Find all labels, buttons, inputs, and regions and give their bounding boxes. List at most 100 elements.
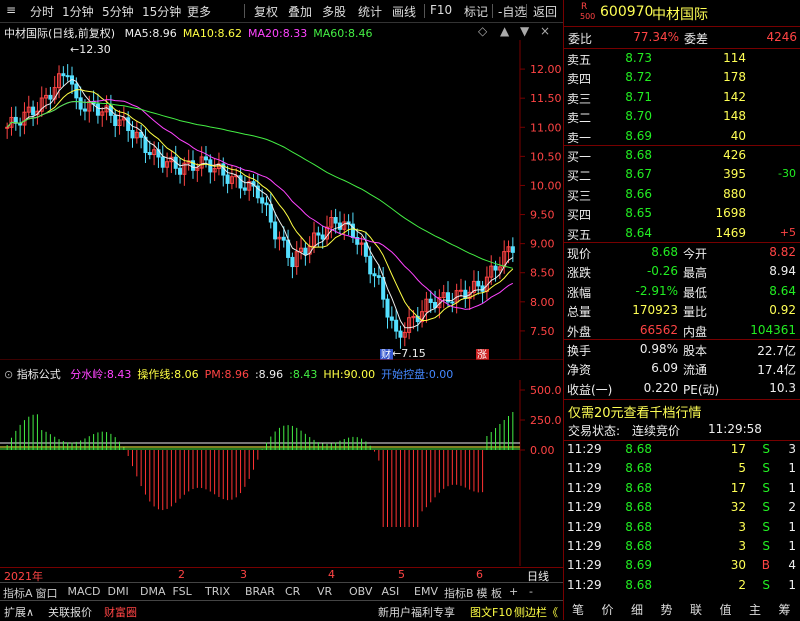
bid-row-0: 买一 8.68 426 [563, 147, 800, 166]
diamond-icon[interactable]: ◇ [478, 24, 487, 38]
indicator-tab-16[interactable]: - [529, 585, 533, 600]
candle-body [398, 330, 403, 338]
indicator-tab-2[interactable]: MACD [68, 585, 101, 600]
tick-time: 11:29 [567, 558, 602, 573]
stat-label: 现价 [567, 247, 592, 261]
ob-label: 买五 [567, 227, 592, 242]
ob-label: 买二 [567, 169, 592, 184]
indicator-tab-9[interactable]: VR [317, 585, 332, 600]
candle-body [95, 103, 100, 116]
tick-row: 11:29 8.68 3 S 1 [563, 519, 800, 538]
tick-side: S [762, 519, 770, 534]
stat-value: 8.68 [651, 245, 678, 259]
candle-body [48, 94, 53, 100]
promo-link[interactable]: 仅需20元查看千档行情 [564, 401, 800, 421]
candle-body [78, 97, 83, 110]
panel-button-5[interactable]: 值 [713, 601, 739, 618]
tick-row: 11:29 8.68 3 S 1 [563, 538, 800, 557]
ob-label: 卖一 [567, 130, 592, 145]
month-tick: 6 [476, 568, 483, 581]
stock-label: 中材国际(日线,前复权) [4, 27, 116, 40]
stat-label: 今开 [683, 247, 708, 261]
panel-button-7[interactable]: 筹 [772, 601, 798, 618]
indicator-tab-4[interactable]: DMA [140, 585, 166, 600]
indicator-tab-14[interactable]: 模 板 [477, 585, 503, 600]
status-right-1[interactable]: 图文F10 [470, 604, 512, 621]
indicator-chart[interactable]: 500.0 250.0 0.00 [0, 380, 563, 566]
status-left-0[interactable]: 扩展∧ [4, 604, 34, 621]
candle-body [376, 275, 381, 278]
ma-label-0: MA5 [124, 27, 149, 40]
chevron-down-icon[interactable]: ▼ [520, 24, 529, 38]
toolbar-item-7[interactable]: 多股 [322, 3, 346, 20]
stat-row-stats-2: 涨幅 -2.91% 最低 8.64 [563, 283, 800, 302]
tick-count: 4 [788, 558, 796, 573]
panel-button-2[interactable]: 细 [624, 601, 650, 618]
toolbar-item-8[interactable]: 统计 [358, 3, 382, 20]
candle-body [363, 242, 368, 257]
candle-body [450, 301, 455, 304]
kline-chart[interactable]: 12.00 11.50 11.00 10.50 10.00 9.50 9.00 8.50 8.0… [0, 40, 563, 360]
ob-volume: 1469 [715, 225, 746, 240]
ask-row-0: 卖五 8.73 114 [563, 50, 800, 69]
stat-value: 0.220 [643, 380, 678, 395]
indicator-tab-11[interactable]: ASI [382, 585, 400, 600]
indicator-tab-0[interactable]: 指标A [3, 585, 33, 600]
indicator-tab-13[interactable]: 指标B [444, 585, 474, 600]
panel-button-1[interactable]: 价 [595, 601, 621, 618]
indicator-tab-8[interactable]: CR [285, 585, 300, 600]
toolbar-item-6[interactable]: 叠加 [288, 3, 312, 20]
tick-price: 8.68 [625, 480, 652, 495]
indicator-tab-5[interactable]: FSL [173, 585, 192, 600]
weicha-value: 4246 [766, 30, 797, 44]
panel-button-4[interactable]: 联 [683, 601, 709, 618]
stat-value: 22.7亿 [757, 344, 796, 358]
toolbar-item-3[interactable]: 15分钟 [142, 3, 181, 20]
trade-state-row: 交易状态: 连续竞价 11:29:58 [564, 421, 800, 440]
indicator-tab-15[interactable]: + [509, 585, 518, 600]
toolbar-item-13[interactable]: 返回 [533, 3, 557, 20]
month-tick: 3 [240, 568, 247, 581]
price-tick: 7.50 [530, 325, 555, 338]
status-right-0[interactable]: 新用户福利专享 [378, 604, 455, 621]
promo-text[interactable]: 仅需20元查看千档行情 [568, 402, 702, 421]
toolbar-item-9[interactable]: 画线 [392, 3, 416, 20]
indicator-tab-10[interactable]: OBV [349, 585, 372, 600]
toolbar-item-0[interactable]: 分时 [30, 3, 54, 20]
toolbar-item-12[interactable]: -自选 [498, 3, 526, 20]
indicator-tab-6[interactable]: TRIX [205, 585, 230, 600]
ob-price: 8.72 [625, 70, 652, 85]
indicator-tab-3[interactable]: DMI [108, 585, 129, 600]
ma-value-1: :8.62 [213, 27, 243, 40]
indicator-tab-1[interactable]: 窗口 [36, 585, 58, 600]
status-left-2[interactable]: 财富圈 [104, 604, 137, 621]
toolbar-item-5[interactable]: 复权 [254, 3, 278, 20]
ob-volume: 40 [730, 128, 746, 143]
tick-count: 2 [788, 500, 796, 515]
panel-button-3[interactable]: 势 [654, 601, 680, 618]
candle-body [61, 73, 66, 77]
status-left-1[interactable]: 关联报价 [48, 604, 92, 621]
ask-row-4: 卖一 8.69 40 [563, 128, 800, 147]
price-tick: 8.00 [530, 296, 555, 309]
indicator-tab-7[interactable]: BRAR [245, 585, 275, 600]
toolbar-item-11[interactable]: 标记 [464, 3, 488, 20]
menu-icon[interactable]: ≡ [6, 3, 16, 17]
tick-time: 11:29 [567, 461, 602, 476]
candle-body [31, 106, 36, 116]
candle-body [74, 83, 79, 99]
panel-button-0[interactable]: 笔 [565, 601, 591, 618]
status-right-2[interactable]: 侧边栏《 [514, 604, 558, 621]
weibi-label: 委比 [568, 32, 593, 46]
toolbar-item-1[interactable]: 1分钟 [62, 3, 94, 20]
toolbar-item-2[interactable]: 5分钟 [102, 3, 134, 20]
toolbar-item-10[interactable]: F10 [430, 3, 452, 17]
candle-body [510, 246, 515, 253]
candle-body [65, 75, 70, 78]
indicator-tab-12[interactable]: EMV [414, 585, 438, 600]
chevron-up-icon[interactable]: ▲ [500, 24, 509, 38]
close-icon[interactable]: × [540, 24, 550, 38]
panel-button-6[interactable]: 主 [742, 601, 768, 618]
ob-change: +5 [779, 225, 796, 239]
toolbar-item-4[interactable]: 更多 [187, 3, 211, 20]
